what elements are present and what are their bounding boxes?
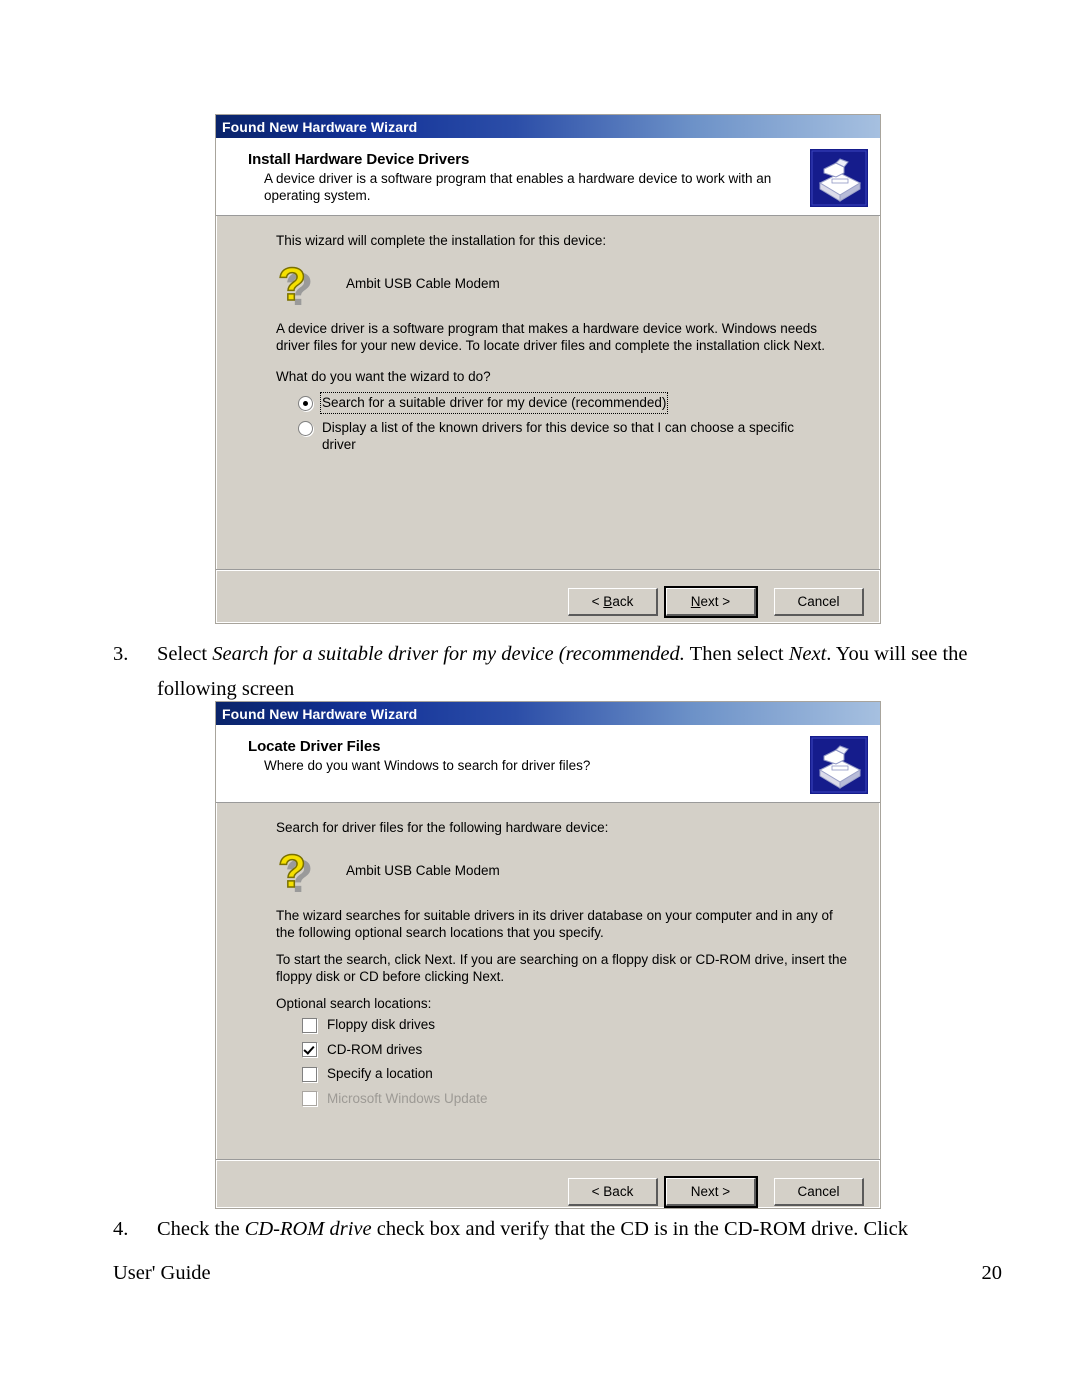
radio-display-list-label[interactable]: Display a list of the known drivers for … <box>322 419 827 454</box>
radio-display-list-icon[interactable] <box>298 420 313 436</box>
checkbox-cd-rom-drives-icon[interactable] <box>302 1042 317 1058</box>
step-3-text-1: Select <box>157 643 213 665</box>
checkbox-row-floppy-disk-drives[interactable]: Floppy disk drives <box>302 1016 850 1034</box>
checkbox-row-microsoft-windows-update: Microsoft Windows Update <box>302 1090 850 1108</box>
back-button-2[interactable]: < Back <box>568 1178 658 1206</box>
checkbox-floppy-disk-drives-icon[interactable] <box>302 1017 317 1033</box>
dialog2-header-title: Locate Driver Files <box>248 738 381 755</box>
step-4-text-1: Check the <box>157 1218 245 1240</box>
next-button[interactable]: Next > <box>664 586 758 618</box>
back-button-prefix: < <box>591 594 604 609</box>
dialog1-title-text: Found New Hardware Wizard <box>222 118 418 135</box>
checkbox-row-cd-rom-drives[interactable]: CD-ROM drives <box>302 1041 850 1059</box>
step-3-italic-1: Search for a suitable driver for my devi… <box>212 643 685 665</box>
back-button[interactable]: < Back <box>568 588 658 616</box>
dialog1-paragraph: A device driver is a software program th… <box>276 320 825 354</box>
dialog2-locations-label: Optional search locations: <box>276 995 432 1011</box>
dialog1-header-subtitle: A device driver is a software program th… <box>264 171 772 203</box>
found-new-hardware-wizard-dialog-2: Found New Hardware Wizard Locate Driver … <box>215 701 881 1209</box>
cancel-button-2[interactable]: Cancel <box>774 1178 864 1206</box>
step-3-italic-2: Next <box>788 643 827 665</box>
dialog1-footer: < Back Next > Cancel <box>216 571 880 633</box>
back-button-accelerator: B <box>603 594 613 609</box>
radio-row-display-list[interactable]: Display a list of the known drivers for … <box>298 419 850 454</box>
dialog1-device-row: ? ? Ambit USB Cable Modem <box>276 257 850 312</box>
dialog2-header-text: Locate Driver Files Where do you want Wi… <box>222 736 810 775</box>
checkbox-microsoft-windows-update-label: Microsoft Windows Update <box>327 1090 488 1106</box>
dialog2-header: Locate Driver Files Where do you want Wi… <box>216 726 880 803</box>
next-button-accelerator: N <box>690 594 701 609</box>
step-4-number: 4. <box>113 1218 129 1240</box>
step-4-body: Check the CD-ROM drive check box and ver… <box>157 1212 1003 1247</box>
footer-document-title: User' Guide <box>113 1262 211 1284</box>
checkbox-microsoft-windows-update-icon <box>302 1091 317 1107</box>
step-3-body: Select Search for a suitable driver for … <box>157 637 993 708</box>
checkbox-specify-a-location-icon[interactable] <box>302 1066 317 1082</box>
checkbox-cd-rom-drives-label[interactable]: CD-ROM drives <box>327 1041 422 1059</box>
radio-search-driver-label[interactable]: Search for a suitable driver for my devi… <box>319 392 669 414</box>
found-new-hardware-wizard-dialog-1: Found New Hardware Wizard Install Hardwa… <box>215 114 881 624</box>
dialog2-intro-text: Search for driver files for the followin… <box>276 820 609 835</box>
question-icon-glyph: ? <box>277 257 307 310</box>
dialog2-title-text: Found New Hardware Wizard <box>222 705 418 722</box>
dialog1-header: Install Hardware Device Drivers A device… <box>216 139 880 216</box>
dialog2-device-name: Ambit USB Cable Modem <box>346 862 500 878</box>
question-icon-glyph-2: ? <box>277 844 307 897</box>
next-button-2[interactable]: Next > <box>664 1176 758 1208</box>
step-3-paragraph: 3. Select Search for a suitable driver f… <box>113 637 993 708</box>
dialog2-header-subtitle: Where do you want Windows to search for … <box>264 758 591 773</box>
radio-search-driver-icon[interactable] <box>298 396 313 412</box>
back-button-suffix: ack <box>612 594 634 609</box>
dialog1-intro-text: This wizard will complete the installati… <box>276 233 607 248</box>
next-button-suffix: ext > <box>700 594 731 609</box>
step-4-paragraph: 4. Check the CD-ROM drive check box and … <box>113 1212 1003 1247</box>
checkbox-specify-a-location-label[interactable]: Specify a location <box>327 1065 433 1083</box>
dialog1-device-name: Ambit USB Cable Modem <box>346 275 500 291</box>
hardware-wizard-icon <box>810 149 868 207</box>
cancel-button[interactable]: Cancel <box>774 588 864 616</box>
dialog1-titlebar: Found New Hardware Wizard <box>216 115 880 139</box>
footer-page-number: 20 <box>981 1262 1003 1284</box>
dialog1-body: This wizard will complete the installati… <box>216 216 880 569</box>
dialog2-body: Search for driver files for the followin… <box>216 803 880 1159</box>
dialog1-body-inner: This wizard will complete the installati… <box>216 232 880 454</box>
page-footer: User' Guide 20 <box>113 1262 1002 1285</box>
dialog2-titlebar: Found New Hardware Wizard <box>216 702 880 726</box>
checkbox-row-specify-a-location[interactable]: Specify a location <box>302 1065 850 1083</box>
dialog2-paragraph-1: The wizard searches for suitable drivers… <box>276 907 833 941</box>
dialog1-header-text: Install Hardware Device Drivers A device… <box>222 149 810 205</box>
unknown-device-question-icon: ? ? <box>277 257 322 312</box>
dialog1-header-title: Install Hardware Device Drivers <box>248 151 470 168</box>
radio-row-search-driver[interactable]: Search for a suitable driver for my devi… <box>298 392 850 414</box>
dialog2-device-row: ? ? Ambit USB Cable Modem <box>276 844 850 899</box>
dialog2-body-inner: Search for driver files for the followin… <box>216 819 880 1107</box>
dialog1-question: What do you want the wizard to do? <box>276 368 491 384</box>
hardware-wizard-icon-2 <box>810 736 868 794</box>
step-3-number: 3. <box>113 643 129 665</box>
dialog2-paragraph-2: To start the search, click Next. If you … <box>276 951 847 985</box>
step-3-text-2: Then select <box>684 643 789 665</box>
step-4-text-2: check box and verify that the CD is in t… <box>371 1218 908 1240</box>
dialog2-checkbox-group: Floppy disk drives CD-ROM drives Specify… <box>302 1016 850 1107</box>
step-4-italic-1: CD-ROM drive <box>244 1218 372 1240</box>
dialog1-options-group: Search for a suitable driver for my devi… <box>298 392 850 454</box>
unknown-device-question-icon-2: ? ? <box>277 844 322 899</box>
checkbox-floppy-disk-drives-label[interactable]: Floppy disk drives <box>327 1016 435 1034</box>
